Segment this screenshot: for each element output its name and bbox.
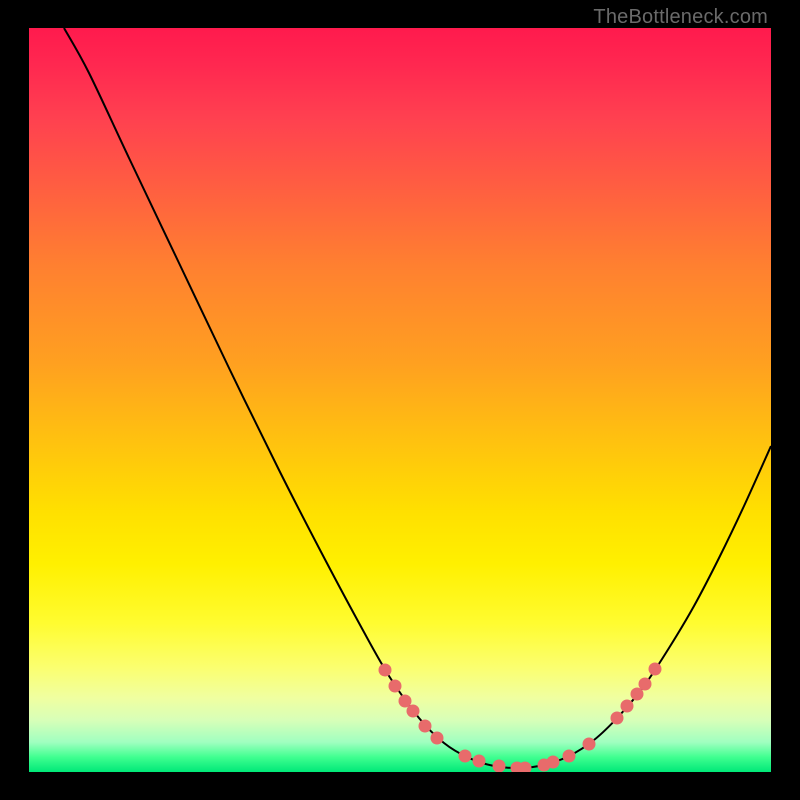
plot-area <box>29 28 771 772</box>
watermark-text: TheBottleneck.com <box>593 6 768 29</box>
chart-container: TheBottleneck.com <box>0 0 800 800</box>
